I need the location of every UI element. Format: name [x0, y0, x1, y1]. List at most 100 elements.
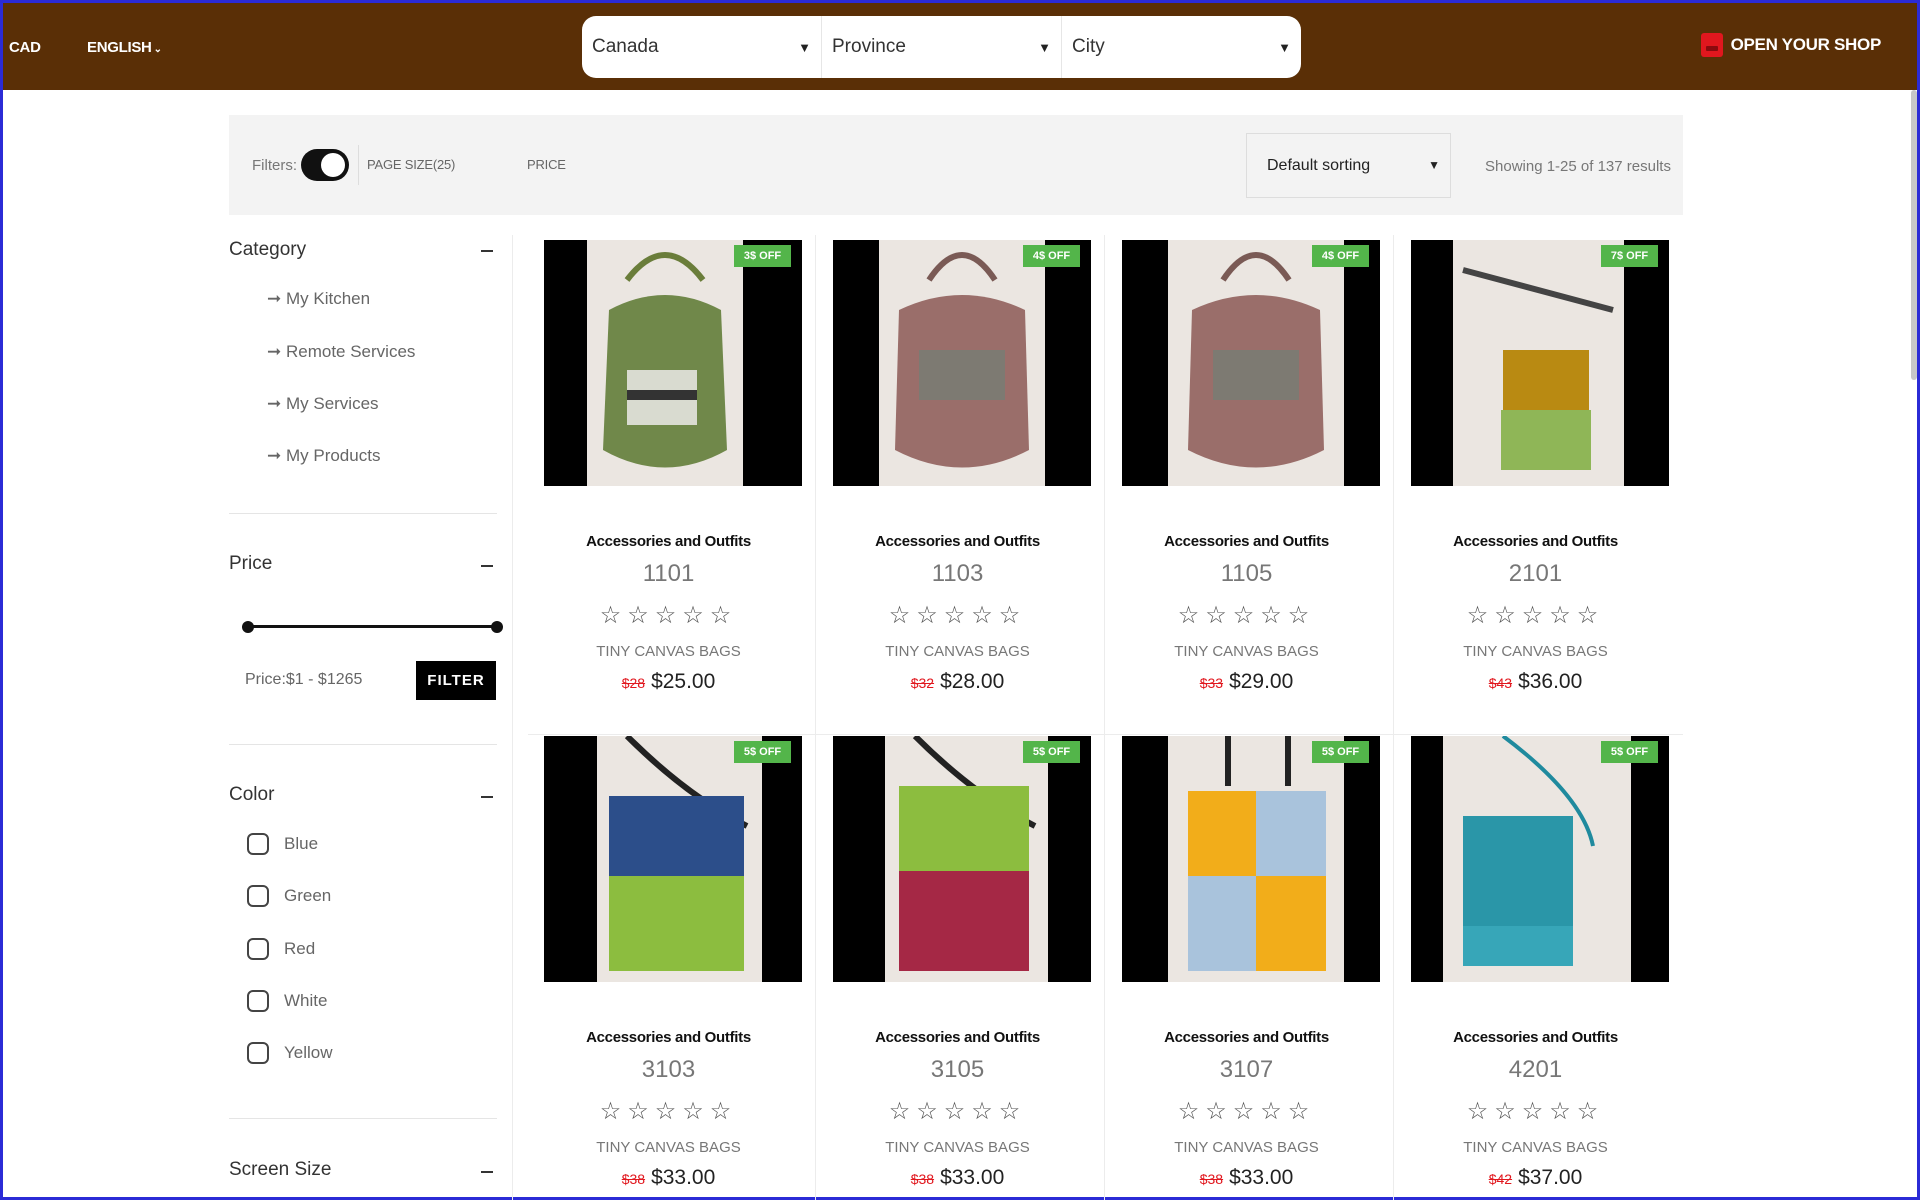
- discount-badge: 7$ OFF: [1601, 245, 1658, 267]
- color-option-yellow[interactable]: Yellow: [247, 1042, 333, 1064]
- category-title: Category: [229, 239, 307, 260]
- product-name[interactable]: 3105: [813, 1056, 1102, 1084]
- product-image[interactable]: 3$ OFF: [544, 240, 802, 486]
- checkbox[interactable]: [247, 833, 269, 855]
- product-photo: [1168, 736, 1344, 982]
- bag-illustration: [1463, 736, 1595, 966]
- divider: [229, 1118, 497, 1119]
- product-image[interactable]: 7$ OFF: [1411, 240, 1669, 486]
- checkbox[interactable]: [247, 990, 269, 1012]
- product-category[interactable]: Accessories and Outfits: [1102, 533, 1391, 550]
- country-value: Canada: [592, 36, 659, 57]
- province-select[interactable]: Province ▼: [822, 16, 1062, 78]
- checkbox[interactable]: [247, 1042, 269, 1064]
- color-option-white[interactable]: White: [247, 990, 327, 1012]
- product-image[interactable]: 4$ OFF: [1122, 240, 1380, 486]
- product-image[interactable]: 5$ OFF: [1122, 736, 1380, 982]
- language-label: ENGLISH: [87, 39, 152, 56]
- product-name[interactable]: 3107: [1102, 1056, 1391, 1084]
- scrollbar[interactable]: [1911, 90, 1917, 380]
- language-selector[interactable]: ENGLISH ⌄: [87, 39, 162, 56]
- price-slider-max-handle[interactable]: [491, 621, 503, 633]
- product-photo: [1443, 736, 1631, 982]
- collapse-screen-size-icon[interactable]: [481, 1171, 493, 1173]
- product-price: $38 $33.00: [813, 1166, 1102, 1190]
- product-card[interactable]: 4$ OFF Accessories and Outfits 1105 ☆☆☆☆…: [1102, 235, 1391, 730]
- product-card[interactable]: 7$ OFF Accessories and Outfits 2101 ☆☆☆☆…: [1391, 235, 1680, 730]
- product-image[interactable]: 4$ OFF: [833, 240, 1091, 486]
- current-price: $29.00: [1229, 670, 1294, 693]
- color-option-red[interactable]: Red: [247, 938, 315, 960]
- discount-badge: 5$ OFF: [734, 741, 791, 763]
- page-size-button[interactable]: PAGE SIZE(25): [367, 157, 455, 172]
- rating-stars-icon: ☆☆☆☆☆: [1177, 1098, 1316, 1125]
- product-card[interactable]: 4$ OFF Accessories and Outfits 1103 ☆☆☆☆…: [813, 235, 1102, 730]
- city-value: City: [1072, 36, 1105, 57]
- product-card[interactable]: 5$ OFF Accessories and Outfits 3103 ☆☆☆☆…: [524, 731, 813, 1200]
- product-price: $42 $37.00: [1391, 1166, 1680, 1190]
- location-selector: Canada ▼ Province ▼ City ▼: [582, 16, 1301, 78]
- product-category[interactable]: Accessories and Outfits: [524, 533, 813, 550]
- price-filter-button[interactable]: PRICE: [527, 157, 566, 172]
- product-card[interactable]: 5$ OFF Accessories and Outfits 3105 ☆☆☆☆…: [813, 731, 1102, 1200]
- collapse-price-icon[interactable]: [481, 565, 493, 567]
- product-category[interactable]: Accessories and Outfits: [1391, 1029, 1680, 1046]
- product-name[interactable]: 3103: [524, 1056, 813, 1084]
- sort-select[interactable]: Default sorting ▼: [1246, 133, 1451, 198]
- category-item-my-services[interactable]: ➞ My Services: [267, 394, 379, 414]
- open-shop-button[interactable]: OPEN YOUR SHOP: [1700, 33, 1882, 57]
- category-item-remote-services[interactable]: ➞ Remote Services: [267, 342, 415, 362]
- old-price: $32: [910, 675, 935, 691]
- product-name[interactable]: 2101: [1391, 560, 1680, 588]
- country-select[interactable]: Canada ▼: [582, 16, 822, 78]
- product-card[interactable]: 5$ OFF Accessories and Outfits 4201 ☆☆☆☆…: [1391, 731, 1680, 1200]
- open-shop-label: OPEN YOUR SHOP: [1730, 35, 1882, 54]
- price-slider-track[interactable]: [246, 625, 496, 628]
- checkbox[interactable]: [247, 938, 269, 960]
- category-item-my-products[interactable]: ➞ My Products: [267, 446, 380, 466]
- color-option-blue[interactable]: Blue: [247, 833, 318, 855]
- filter-button[interactable]: FILTER: [416, 661, 496, 700]
- product-name[interactable]: 1101: [524, 560, 813, 588]
- product-name[interactable]: 1103: [813, 560, 1102, 588]
- product-price: $28 $25.00: [524, 670, 813, 694]
- color-option-green[interactable]: Green: [247, 885, 331, 907]
- city-select[interactable]: City ▼: [1062, 16, 1301, 78]
- current-price: $33.00: [1229, 1166, 1294, 1189]
- old-price: $38: [621, 1171, 646, 1187]
- product-image[interactable]: 5$ OFF: [1411, 736, 1669, 982]
- divider: [358, 145, 359, 185]
- product-category[interactable]: Accessories and Outfits: [813, 533, 1102, 550]
- product-price: $33 $29.00: [1102, 670, 1391, 694]
- color-label: Green: [284, 886, 332, 905]
- product-subtitle: TINY CANVAS BAGS: [1174, 1139, 1319, 1156]
- product-category[interactable]: Accessories and Outfits: [813, 1029, 1102, 1046]
- divider: [229, 744, 497, 745]
- product-price: $32 $28.00: [813, 670, 1102, 694]
- product-category[interactable]: Accessories and Outfits: [1102, 1029, 1391, 1046]
- product-image[interactable]: 5$ OFF: [544, 736, 802, 982]
- collapse-color-icon[interactable]: [481, 796, 493, 798]
- product-name[interactable]: 4201: [1391, 1056, 1680, 1084]
- product-category[interactable]: Accessories and Outfits: [1391, 533, 1680, 550]
- product-image[interactable]: 5$ OFF: [833, 736, 1091, 982]
- category-item-my-kitchen[interactable]: ➞ My Kitchen: [267, 289, 370, 309]
- price-slider-min-handle[interactable]: [242, 621, 254, 633]
- product-card[interactable]: 3$ OFF Accessories and Outfits 1101 ☆☆☆☆…: [524, 235, 813, 730]
- checkbox[interactable]: [247, 885, 269, 907]
- product-category[interactable]: Accessories and Outfits: [524, 1029, 813, 1046]
- product-photo: [885, 736, 1048, 982]
- column-divider: [512, 235, 513, 1200]
- color-label: Blue: [284, 834, 319, 853]
- product-card[interactable]: 5$ OFF Accessories and Outfits 3107 ☆☆☆☆…: [1102, 731, 1391, 1200]
- old-price: $43: [1488, 675, 1513, 691]
- currency-selector[interactable]: CAD: [9, 39, 41, 56]
- bag-illustration: [899, 736, 1037, 971]
- color-label: White: [284, 991, 328, 1010]
- rating-stars-icon: ☆☆☆☆☆: [599, 1098, 738, 1125]
- filters-toggle[interactable]: [301, 149, 349, 181]
- collapse-category-icon[interactable]: [481, 250, 493, 252]
- product-name[interactable]: 1105: [1102, 560, 1391, 588]
- current-price: $33.00: [940, 1166, 1005, 1189]
- product-subtitle: TINY CANVAS BAGS: [596, 1139, 741, 1156]
